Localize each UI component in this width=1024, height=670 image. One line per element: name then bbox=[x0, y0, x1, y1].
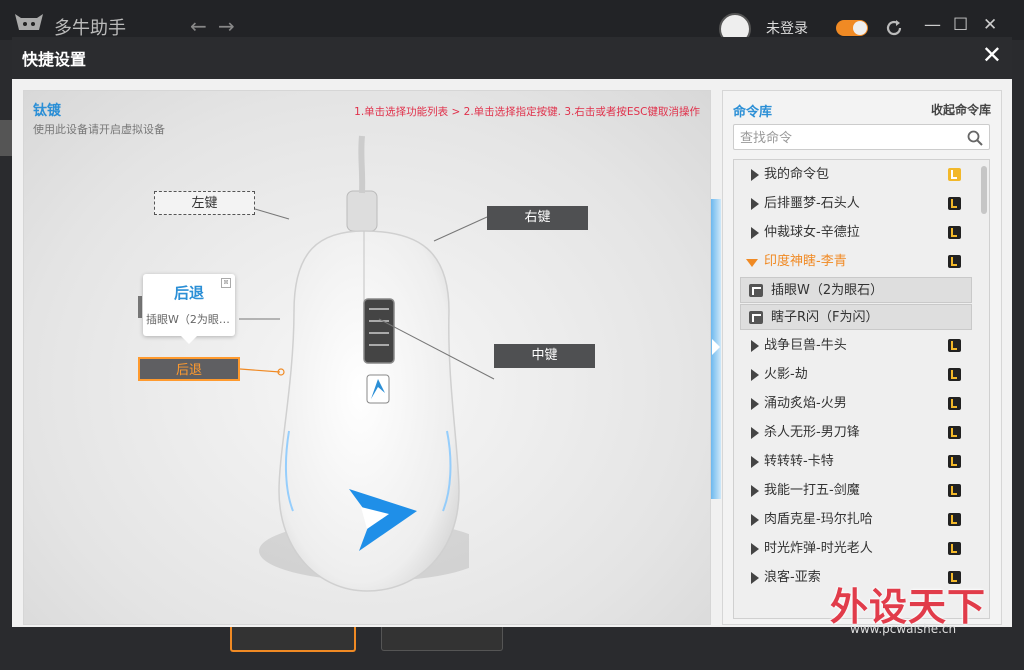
window-close-button[interactable]: ✕ bbox=[983, 15, 997, 35]
command-item[interactable]: 插眼W（2为眼石） bbox=[740, 277, 972, 303]
dialog-title: 快捷设置 bbox=[22, 50, 87, 69]
command-group-label: 肉盾克星-玛尔扎哈 bbox=[764, 512, 873, 527]
callout-delete-icon[interactable]: ⊠ bbox=[221, 278, 231, 288]
collapsed-arrow-icon bbox=[751, 169, 759, 181]
command-group-item[interactable]: 战争巨兽-牛头 bbox=[734, 331, 989, 360]
back-arrow-icon[interactable]: ← bbox=[190, 14, 207, 38]
command-list: 我的命令包后排噩梦-石头人 仲裁球女-辛德拉 印度神瞎-李青插眼W（2为眼石） 瞎子R… bbox=[733, 159, 990, 619]
command-group-item[interactable]: 时光炸弹-时光老人 bbox=[734, 534, 989, 563]
collapsed-arrow-icon bbox=[751, 340, 759, 352]
bottom-tab-active[interactable] bbox=[230, 626, 356, 652]
command-group-item[interactable]: 仲裁球女-辛德拉 bbox=[734, 218, 989, 247]
command-group-item[interactable]: 印度神瞎-李青 bbox=[734, 247, 989, 276]
command-search-input[interactable] bbox=[738, 126, 962, 150]
command-item[interactable]: 瞎子R闪（F为闪） bbox=[740, 304, 972, 330]
callout-handle bbox=[138, 296, 142, 318]
command-library-panel: 命令库 收起命令库 我的命令包后排噩梦-石头人仲裁球女-辛德拉印度神瞎-李青插眼… bbox=[722, 90, 1002, 625]
lol-game-icon bbox=[948, 339, 961, 352]
dialog-close-button[interactable]: ✕ bbox=[982, 41, 1002, 69]
search-icon[interactable] bbox=[967, 130, 983, 146]
command-group-label: 涌动炙焰-火男 bbox=[764, 396, 847, 411]
collapsed-arrow-icon bbox=[751, 456, 759, 468]
command-group-item[interactable]: 我能一打五-剑魔 bbox=[734, 476, 989, 505]
command-group-item[interactable]: 后排噩梦-石头人 bbox=[734, 189, 989, 218]
lol-game-icon bbox=[948, 484, 961, 497]
command-group-item[interactable]: 杀人无形-男刀锋 bbox=[734, 418, 989, 447]
command-group-item[interactable]: 肉盾克星-玛尔扎哈 bbox=[734, 505, 989, 534]
lol-game-icon bbox=[948, 255, 961, 268]
device-panel: 钛镀 使用此设备请开启虚拟设备 1.单击选择功能列表 > 2.单击选择指定按键.… bbox=[23, 90, 711, 625]
watermark-url: www.pcwaishe.cn bbox=[850, 622, 957, 636]
command-group-item[interactable]: 转转转-卡特 bbox=[734, 447, 989, 476]
lol-game-icon bbox=[948, 455, 961, 468]
bull-logo-icon bbox=[15, 14, 43, 30]
command-search bbox=[733, 124, 990, 150]
button-connector-lines bbox=[239, 208, 495, 380]
command-group-item[interactable]: 涌动炙焰-火男 bbox=[734, 389, 989, 418]
collapsed-arrow-icon bbox=[751, 369, 759, 381]
middle-button-label[interactable]: 中键 bbox=[494, 344, 595, 368]
lol-game-icon bbox=[948, 397, 961, 410]
sidebar-tab[interactable] bbox=[0, 120, 12, 156]
command-group-label: 杀人无形-男刀锋 bbox=[764, 425, 860, 440]
command-item-label: 瞎子R闪（F为闪） bbox=[771, 310, 879, 325]
command-group-label: 我的命令包 bbox=[764, 167, 830, 182]
command-group-item[interactable]: 火影-劫 bbox=[734, 360, 989, 389]
command-group-label: 仲裁球女-辛德拉 bbox=[764, 225, 860, 240]
app-titlebar bbox=[0, 0, 1024, 40]
expanded-arrow-icon bbox=[746, 259, 758, 267]
back-button-label[interactable]: 后退 bbox=[138, 357, 240, 381]
command-group-label: 时光炸弹-时光老人 bbox=[764, 541, 873, 556]
collapsed-arrow-icon bbox=[751, 543, 759, 555]
login-status[interactable]: 未登录 bbox=[766, 18, 808, 38]
collapsed-arrow-icon bbox=[751, 227, 759, 239]
lol-game-icon bbox=[948, 426, 961, 439]
lol-game-icon bbox=[948, 513, 961, 526]
right-button-label[interactable]: 右键 bbox=[487, 206, 588, 230]
maximize-button[interactable]: ☐ bbox=[953, 15, 968, 35]
minimize-button[interactable]: — bbox=[924, 15, 941, 35]
command-group-label: 转转转-卡特 bbox=[764, 454, 834, 469]
collapse-library-button[interactable]: 收起命令库 bbox=[931, 101, 991, 118]
collapsed-arrow-icon bbox=[751, 398, 759, 410]
dialog-body: 钛镀 使用此设备请开启虚拟设备 1.单击选择功能列表 > 2.单击选择指定按键.… bbox=[12, 79, 1012, 627]
lol-game-icon bbox=[948, 368, 961, 381]
lol-game-icon bbox=[948, 197, 961, 210]
command-item-label: 插眼W（2为眼石） bbox=[771, 283, 884, 298]
collapsed-arrow-icon bbox=[751, 514, 759, 526]
key-command-icon bbox=[749, 284, 763, 297]
key-command-icon bbox=[749, 311, 763, 324]
package-badge-icon bbox=[948, 168, 961, 181]
bottom-tab[interactable] bbox=[381, 626, 503, 651]
forward-arrow-icon[interactable]: → bbox=[218, 14, 235, 38]
shortcut-settings-dialog: 快捷设置 ✕ 钛镀 使用此设备请开启虚拟设备 1.单击选择功能列表 > 2.单击… bbox=[12, 37, 1012, 627]
scrollbar-thumb[interactable] bbox=[981, 166, 987, 214]
command-group-label: 火影-劫 bbox=[764, 367, 808, 382]
command-group-label: 印度神瞎-李青 bbox=[764, 254, 847, 269]
left-button-label[interactable]: 左键 bbox=[154, 191, 255, 215]
library-title: 命令库 bbox=[733, 105, 773, 120]
lol-game-icon bbox=[948, 226, 961, 239]
watermark: 外设天下 www.pcwaishe.cn bbox=[830, 576, 986, 636]
command-list-items: 我的命令包后排噩梦-石头人 仲裁球女-辛德拉 印度神瞎-李青插眼W（2为眼石） 瞎子R… bbox=[734, 160, 989, 592]
command-group-item[interactable]: 我的命令包 bbox=[734, 160, 989, 189]
collapsed-arrow-icon bbox=[751, 427, 759, 439]
refresh-icon[interactable] bbox=[884, 18, 904, 38]
collapsed-arrow-icon bbox=[751, 198, 759, 210]
collapse-library-strip[interactable] bbox=[711, 199, 721, 499]
command-group-label: 后排噩梦-石头人 bbox=[764, 196, 860, 211]
mode-toggle[interactable] bbox=[836, 20, 868, 36]
collapsed-arrow-icon bbox=[751, 485, 759, 497]
lol-game-icon bbox=[948, 542, 961, 555]
callout-command: 插眼W（2为眼… bbox=[146, 313, 230, 326]
back-button-callout: 后退 ⊠ 插眼W（2为眼… bbox=[143, 274, 235, 344]
command-group-label: 战争巨兽-牛头 bbox=[764, 338, 847, 353]
command-group-label: 浪客-亚索 bbox=[764, 570, 821, 585]
command-group-label: 我能一打五-剑魔 bbox=[764, 483, 860, 498]
collapsed-arrow-icon bbox=[751, 572, 759, 584]
